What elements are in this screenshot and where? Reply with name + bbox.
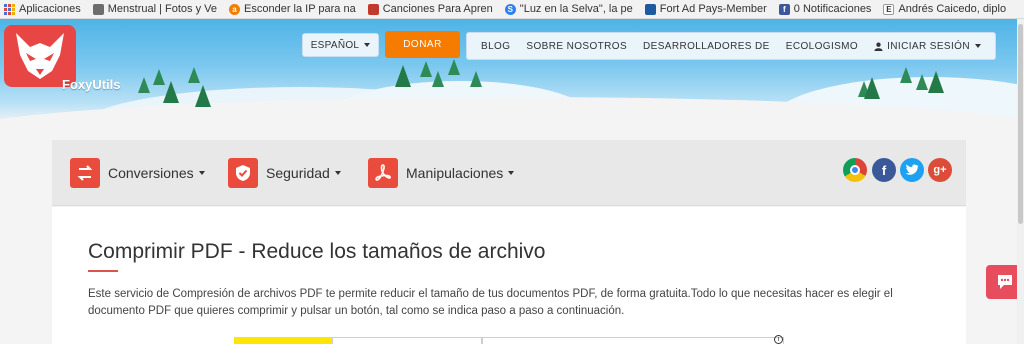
bookmark-item[interactable]: E Andrés Caicedo, diplo [883,3,1006,15]
convert-arrows-icon [70,158,100,188]
tree-decoration [916,74,928,90]
login-dropdown[interactable]: INICIAR SESIÓN [874,41,981,52]
main-content: Comprimir PDF - Reduce los tamaños de ar… [52,207,966,344]
tree-decoration [448,59,460,75]
tree-decoration [195,85,211,107]
facebook-icon[interactable]: f [872,158,896,182]
login-label: INICIAR SESIÓN [887,40,970,52]
page-title: Comprimir PDF - Reduce los tamaños de ar… [88,240,546,263]
bookmark-favicon: S [504,3,516,15]
bookmark-label: Esconder la IP para na [244,3,356,15]
chevron-down-icon [198,171,205,175]
bookmark-item[interactable]: S "Luz en la Selva", la pe [504,3,633,15]
chevron-down-icon [334,171,341,175]
bookmark-item[interactable]: f 0 Notificaciones [778,3,872,15]
tree-decoration [864,77,880,99]
upload-tab-active[interactable] [234,337,332,344]
bookmark-label: Canciones Para Apren [382,3,493,15]
chat-bubble-icon [998,275,1012,289]
tree-decoration [900,67,912,83]
bookmark-label: Aplicaciones [19,3,81,15]
language-label: ESPAÑOL [310,39,360,51]
donate-button[interactable]: DONAR [385,31,460,58]
bookmark-favicon [92,3,104,15]
nav-link-blog[interactable]: BLOG [481,41,510,52]
bookmark-label: 0 Notificaciones [793,3,872,15]
google-plus-icon[interactable]: g+ [928,158,952,182]
tree-decoration [420,61,432,77]
nav-link-developers[interactable]: DESARROLLADORES DE [643,41,770,52]
language-dropdown[interactable]: ESPAÑOL [302,33,379,57]
chevron-down-icon [508,171,515,175]
site-header: FoxyUtils ESPAÑOL DONAR BLOG SOBRE NOSOT… [0,19,1024,124]
tree-decoration [395,65,411,87]
tree-decoration [163,81,179,103]
bookmark-favicon [644,3,656,15]
twitter-icon[interactable] [900,158,924,182]
bookmark-favicon: a [229,3,241,15]
upload-tabs [234,337,784,344]
bookmark-apps[interactable]: Aplicaciones [4,3,81,15]
tool-menu-conversions[interactable]: Conversiones [70,158,205,188]
apps-icon [4,3,15,15]
page-description: Este servicio de Compresión de archivos … [88,288,893,317]
bookmark-label: Menstrual | Fotos y Ve [107,3,218,15]
chevron-down-icon [364,43,371,47]
nav-link-about[interactable]: SOBRE NOSOTROS [526,41,627,52]
scrollbar-thumb[interactable] [1018,24,1023,224]
bookmark-item[interactable]: Fort Ad Pays-Member [644,3,767,15]
main-nav: BLOG SOBRE NOSOTROS DESARROLLADORES DE E… [466,32,996,60]
chrome-icon[interactable] [843,158,867,182]
tools-bar: Conversiones Seguridad Manipulaciones f … [52,140,966,206]
tree-decoration [470,71,482,87]
bookmark-item[interactable]: Menstrual | Fotos y Ve [92,3,218,15]
user-icon [874,42,883,51]
bookmark-favicon: E [883,3,895,15]
bookmark-item[interactable]: a Esconder la IP para na [229,3,356,15]
chevron-down-icon [974,44,981,48]
tree-decoration [138,77,150,93]
upload-tab[interactable] [332,337,482,344]
shield-check-icon [228,158,258,188]
bookmark-item[interactable]: Canciones Para Apren [367,3,493,15]
tool-label: Manipulaciones [406,165,504,181]
bookmark-label: "Luz en la Selva", la pe [519,3,633,15]
bookmark-label: Andrés Caicedo, diplo [898,3,1007,15]
bookmarks-bar: Aplicaciones Menstrual | Fotos y Ve a Es… [0,0,1024,19]
tree-decoration [188,67,200,83]
brand-name[interactable]: FoxyUtils [62,77,121,92]
fox-icon [16,33,64,79]
info-icon[interactable]: i [774,335,783,344]
facebook-icon: f [778,3,790,15]
tree-decoration [928,71,944,93]
tool-menu-security[interactable]: Seguridad [228,158,341,188]
nav-link-ecology[interactable]: ECOLOGISMO [786,41,858,52]
bookmark-favicon [367,3,379,15]
tool-label: Seguridad [266,165,330,181]
tool-menu-manipulations[interactable]: Manipulaciones [368,158,515,188]
upload-tab[interactable] [482,337,784,344]
title-underline [88,270,118,272]
tree-decoration [432,71,444,87]
tool-label: Conversiones [108,165,194,181]
bookmark-label: Fort Ad Pays-Member [659,3,767,15]
pdf-acrobat-icon [368,158,398,188]
